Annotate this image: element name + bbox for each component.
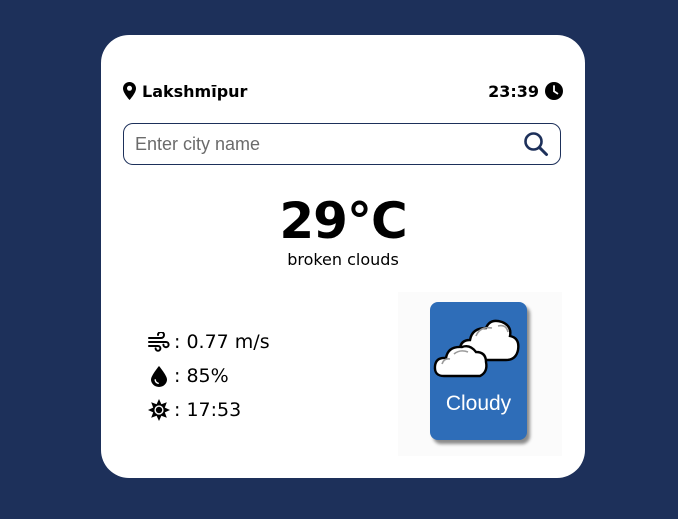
city-name: Lakshmīpur [142, 81, 248, 101]
weather-tile: Cloudy [430, 302, 527, 440]
cloudy-icon [432, 312, 522, 386]
search-bar [123, 123, 561, 165]
sunset-time: : 17:53 [148, 393, 270, 427]
search-icon [523, 131, 549, 157]
sunset-value: : 17:53 [174, 399, 242, 421]
current-time: 23:39 [488, 82, 563, 101]
weather-stats: : 0.77 m/s : 85% : 17:53 [148, 325, 270, 427]
time-text: 23:39 [488, 81, 539, 101]
temperature: 29°C [279, 192, 407, 250]
wind-speed-value: : 0.77 m/s [174, 331, 270, 353]
search-button[interactable] [516, 124, 556, 164]
wind-speed: : 0.77 m/s [148, 325, 270, 359]
location: Lakshmīpur [123, 82, 247, 101]
droplet-icon [148, 365, 170, 387]
map-pin-icon [123, 82, 136, 100]
sun-icon [148, 399, 170, 421]
weather-condition-image: Cloudy [398, 292, 562, 456]
humidity-value: : 85% [174, 365, 229, 387]
clock-icon [545, 82, 563, 100]
top-bar: Lakshmīpur 23:39 [123, 80, 563, 102]
weather-description: broken clouds [287, 250, 399, 269]
weather-condition-label: Cloudy [445, 392, 512, 415]
wind-icon [148, 332, 170, 352]
weather-card: Lakshmīpur 23:39 29°C broken clouds [101, 35, 585, 478]
humidity: : 85% [148, 359, 270, 393]
search-input[interactable] [124, 124, 516, 164]
